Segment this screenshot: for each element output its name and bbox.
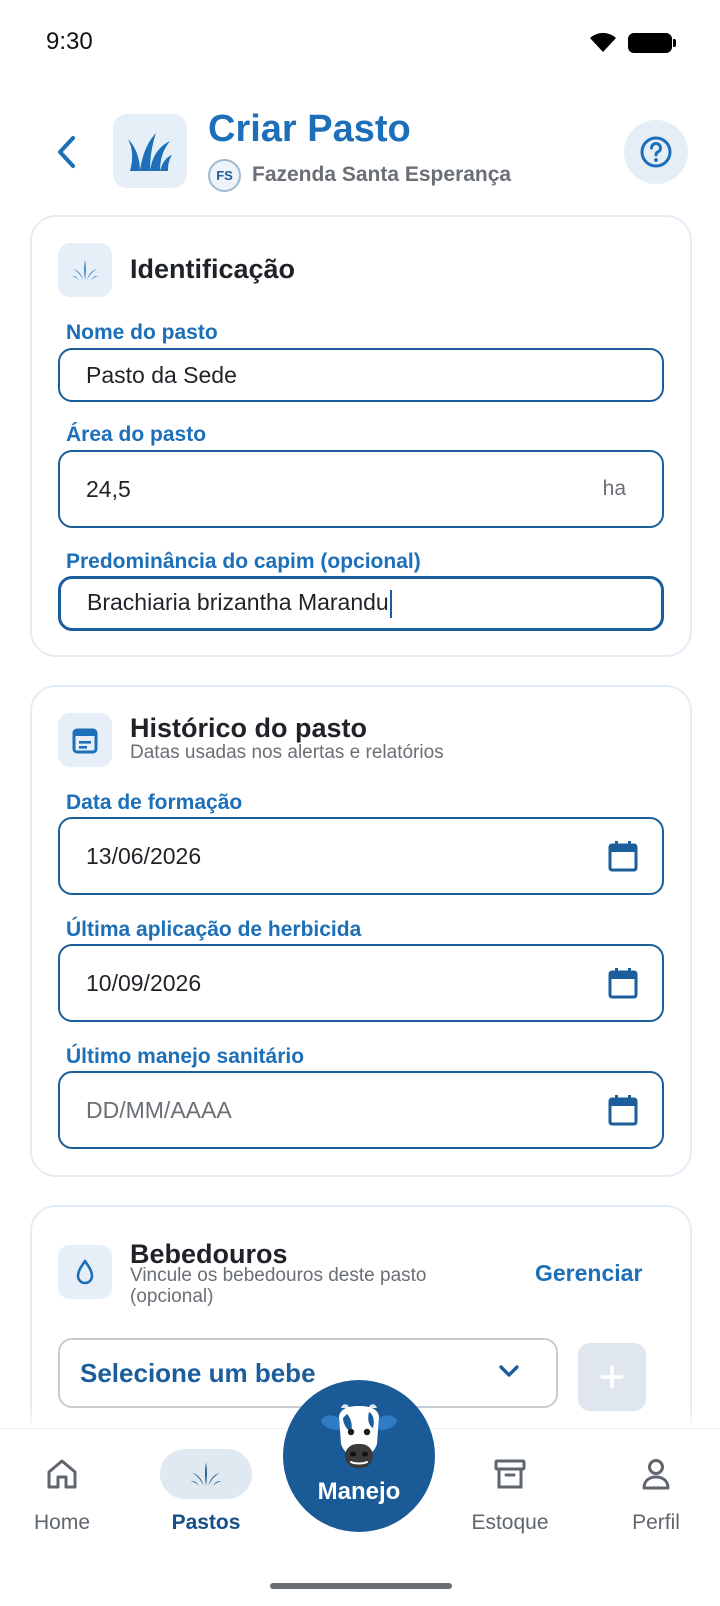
nav-perfil[interactable]: Perfil xyxy=(610,1429,702,1549)
sanitario-placeholder: DD/MM/AAAA xyxy=(86,1096,232,1123)
nav-perfil-label: Perfil xyxy=(632,1511,680,1534)
manejo-fab[interactable]: Manejo xyxy=(283,1380,435,1532)
nav-estoque-label: Estoque xyxy=(471,1511,549,1534)
plus-icon xyxy=(600,1365,624,1389)
calendar-picker-icon[interactable] xyxy=(606,839,640,873)
area-value: 24,5 xyxy=(86,475,131,502)
formacao-date-field[interactable]: 13/06/2026 xyxy=(58,817,664,895)
herbicida-value: 10/09/2026 xyxy=(86,969,202,996)
nav-home[interactable]: Home xyxy=(16,1429,108,1549)
cow-icon xyxy=(321,1404,397,1468)
historico-subtitle: Datas usadas nos alertas e relatórios xyxy=(130,742,444,763)
nav-estoque[interactable]: Estoque xyxy=(464,1429,556,1549)
area-label: Área do pasto xyxy=(66,423,207,446)
chevron-down-icon xyxy=(499,1365,519,1377)
historico-title: Histórico do pasto xyxy=(130,713,368,743)
farm-name: Fazenda Santa Esperança xyxy=(252,163,512,186)
help-icon xyxy=(640,136,672,168)
nome-label: Nome do pasto xyxy=(66,321,218,344)
wifi-icon xyxy=(590,32,616,52)
calendar-picker-icon[interactable] xyxy=(606,1093,640,1127)
grass-logo-icon xyxy=(128,133,172,171)
text-cursor xyxy=(389,589,392,618)
water-drop-icon-tile xyxy=(58,1245,112,1299)
identificacao-card: Identificação Nome do pasto Pasto da Sed… xyxy=(30,215,692,657)
bebedouro-select-placeholder: Selecione um bebe xyxy=(80,1357,316,1388)
add-bebedouro-button[interactable] xyxy=(578,1343,646,1411)
water-drop-icon xyxy=(76,1259,94,1285)
herbicida-date-field[interactable]: 10/09/2026 xyxy=(58,944,664,1022)
status-time: 9:30 xyxy=(46,28,93,55)
calendar-icon-tile xyxy=(58,713,112,767)
grass-icon xyxy=(190,1462,222,1486)
nav-pastos-label: Pastos xyxy=(171,1511,241,1534)
bebedouros-subtitle: Vincule os bebedouros deste pasto (opcio… xyxy=(130,1265,427,1307)
formacao-value: 13/06/2026 xyxy=(86,842,202,869)
person-icon xyxy=(642,1459,670,1490)
grass-icon xyxy=(72,260,98,280)
nav-home-label: Home xyxy=(33,1511,91,1534)
nav-pastos[interactable]: Pastos xyxy=(160,1429,252,1549)
bebedouro-select[interactable]: Selecione um bebe xyxy=(58,1338,558,1408)
page-title: Criar Pasto xyxy=(208,108,411,150)
manage-bebedouros-link[interactable]: Gerenciar xyxy=(535,1260,642,1287)
help-button[interactable] xyxy=(624,120,688,184)
farm-avatar: FS xyxy=(208,159,241,192)
home-indicator xyxy=(270,1583,452,1589)
calendar-picker-icon[interactable] xyxy=(606,966,640,1000)
status-bar: 9:30 xyxy=(0,0,720,88)
nome-field[interactable]: Pasto da Sede xyxy=(58,348,664,402)
home-icon xyxy=(47,1459,77,1489)
sanitario-label: Último manejo sanitário xyxy=(66,1045,305,1068)
app-logo xyxy=(113,114,187,188)
nome-value: Pasto da Sede xyxy=(86,361,237,388)
capim-field[interactable]: Brachiaria brizantha Marandu xyxy=(58,576,664,631)
battery-icon xyxy=(628,33,676,53)
sanitario-date-field[interactable]: DD/MM/AAAA xyxy=(58,1071,664,1149)
archive-icon xyxy=(494,1459,526,1489)
formacao-label: Data de formação xyxy=(66,791,243,814)
capim-value: Brachiaria brizantha Marandu xyxy=(87,589,389,616)
calendar-icon xyxy=(72,728,98,754)
area-unit: ha xyxy=(602,477,626,500)
area-field[interactable]: 24,5 ha xyxy=(58,450,664,528)
grass-icon-tile xyxy=(58,243,112,297)
chevron-left-icon xyxy=(58,136,75,168)
back-button[interactable] xyxy=(46,126,86,178)
identificacao-title: Identificação xyxy=(130,254,296,284)
capim-label: Predominância do capim (opcional) xyxy=(66,550,421,573)
herbicida-label: Última aplicação de herbicida xyxy=(66,918,362,941)
manejo-label: Manejo xyxy=(317,1478,401,1505)
historico-card: Histórico do pasto Datas usadas nos aler… xyxy=(30,685,692,1177)
